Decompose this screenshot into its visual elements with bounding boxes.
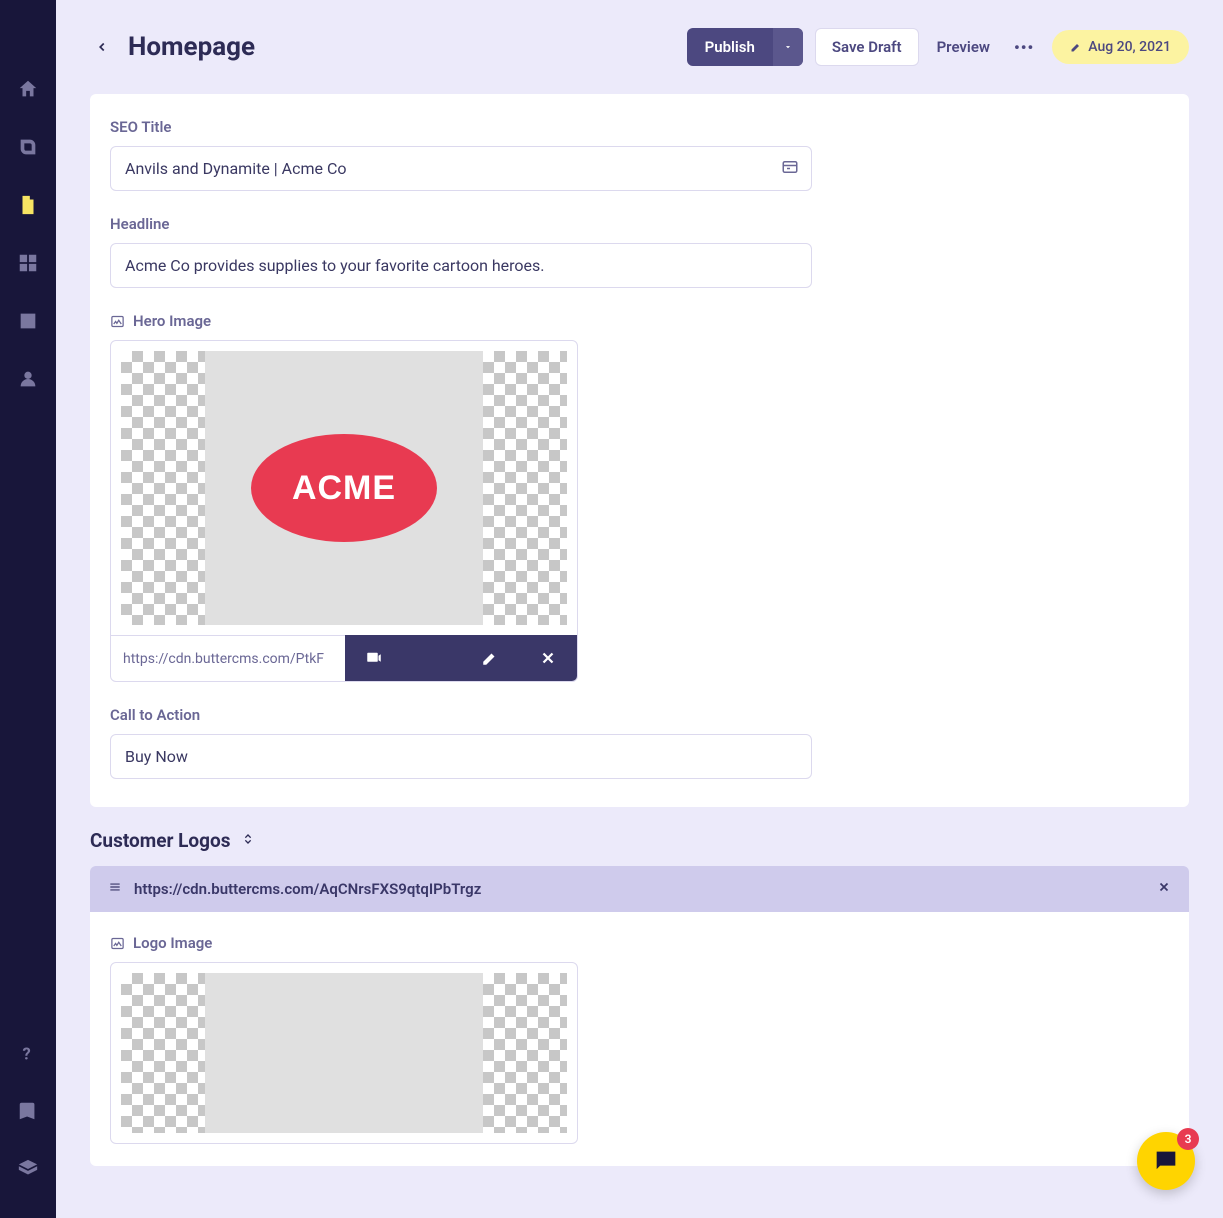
edit-icon xyxy=(481,649,499,667)
main-content: Homepage Publish Save Draft Preview ••• … xyxy=(56,0,1223,1218)
acme-logo: ACME xyxy=(251,434,437,542)
date-label: Aug 20, 2021 xyxy=(1088,39,1171,55)
customer-logos-title: Customer Logos xyxy=(90,829,1189,852)
chevron-left-icon xyxy=(95,40,109,54)
hero-image-label: Hero Image xyxy=(110,312,1169,330)
seo-title-input[interactable]: Anvils and Dynamite | Acme Co xyxy=(110,146,812,191)
image-icon xyxy=(110,936,125,951)
seo-title-label: SEO Title xyxy=(110,118,1169,136)
caret-down-icon xyxy=(783,42,793,52)
close-icon xyxy=(539,649,557,667)
repeater-header: https://cdn.buttercms.com/AqCNrsFXS9qtqI… xyxy=(90,866,1189,912)
header-actions: Publish Save Draft Preview ••• Aug 20, 2… xyxy=(687,28,1189,66)
publish-dropdown[interactable] xyxy=(773,28,803,66)
seo-title-field: SEO Title Anvils and Dynamite | Acme Co xyxy=(110,118,1169,191)
headline-input[interactable]: Acme Co provides supplies to your favori… xyxy=(110,243,812,288)
logo-image-label: Logo Image xyxy=(110,934,1169,952)
cta-input[interactable]: Buy Now xyxy=(110,734,812,779)
remove-image-button[interactable] xyxy=(519,635,577,681)
image-actions xyxy=(345,635,577,681)
sidebar: ? xyxy=(0,0,56,1218)
sort-icon xyxy=(240,831,256,847)
nav-media[interactable] xyxy=(0,292,56,350)
seo-card-icon xyxy=(781,158,799,180)
drag-handle[interactable] xyxy=(108,880,122,898)
hero-image-canvas: ACME xyxy=(121,351,567,625)
nav-docs[interactable] xyxy=(0,1082,56,1140)
cta-label: Call to Action xyxy=(110,706,1169,724)
hero-image-preview: ACME https://cdn.buttercms.com/PtkF xyxy=(110,340,578,682)
users-icon xyxy=(17,368,39,390)
replace-image-button[interactable] xyxy=(345,635,403,681)
repeater-body: Logo Image xyxy=(90,912,1189,1166)
help-icon: ? xyxy=(17,1042,39,1064)
cta-field: Call to Action Buy Now xyxy=(110,706,1169,779)
nav-collections[interactable] xyxy=(0,234,56,292)
publish-button[interactable]: Publish xyxy=(687,28,773,66)
checker-right xyxy=(483,351,567,625)
drag-icon xyxy=(108,880,122,894)
page-icon xyxy=(17,194,39,216)
nav-home[interactable] xyxy=(0,60,56,118)
close-icon xyxy=(1157,880,1171,894)
page-title: Homepage xyxy=(128,32,255,62)
checker-right xyxy=(483,973,567,1133)
checker-left xyxy=(121,351,205,625)
reorder-button[interactable] xyxy=(240,829,256,852)
headline-label: Headline xyxy=(110,215,1169,233)
date-badge: Aug 20, 2021 xyxy=(1052,30,1189,64)
grid-icon xyxy=(17,252,39,274)
page-header: Homepage Publish Save Draft Preview ••• … xyxy=(90,28,1189,66)
remove-repeater-button[interactable] xyxy=(1157,880,1171,898)
pencil-icon xyxy=(1070,41,1082,53)
image-toolbar: https://cdn.buttercms.com/PtkF xyxy=(111,635,577,681)
home-icon xyxy=(17,78,39,100)
checker-left xyxy=(121,973,205,1133)
repeater-url: https://cdn.buttercms.com/AqCNrsFXS9qtqI… xyxy=(134,880,481,898)
chat-widget[interactable]: 3 xyxy=(1137,1132,1195,1190)
image-swap-icon xyxy=(365,649,383,667)
edit-image-button[interactable] xyxy=(461,635,519,681)
download-image-button[interactable] xyxy=(403,635,461,681)
preview-button[interactable]: Preview xyxy=(931,29,996,65)
chat-icon xyxy=(1152,1147,1180,1175)
nav-blog[interactable] xyxy=(0,118,56,176)
hero-image-field: Hero Image ACME https://cdn.buttercms.co… xyxy=(110,312,1169,682)
sidebar-bottom: ? xyxy=(0,1024,56,1198)
svg-text:?: ? xyxy=(23,1045,31,1064)
back-button[interactable] xyxy=(90,35,114,59)
logo-image-preview xyxy=(110,962,578,1144)
nav-help[interactable]: ? xyxy=(0,1024,56,1082)
headline-field: Headline Acme Co provides supplies to yo… xyxy=(110,215,1169,288)
image-icon xyxy=(110,314,125,329)
blog-icon xyxy=(17,136,39,158)
stack-icon xyxy=(17,1158,39,1180)
logo-image-canvas xyxy=(121,973,567,1133)
image-icon xyxy=(17,310,39,332)
download-icon xyxy=(423,649,441,667)
save-draft-button[interactable]: Save Draft xyxy=(815,28,919,66)
nav-stack[interactable] xyxy=(0,1140,56,1198)
image-url-input[interactable]: https://cdn.buttercms.com/PtkF xyxy=(111,635,345,681)
customer-logo-item: https://cdn.buttercms.com/AqCNrsFXS9qtqI… xyxy=(90,866,1189,1166)
more-button[interactable]: ••• xyxy=(1008,32,1040,63)
nav-users[interactable] xyxy=(0,350,56,408)
publish-button-group: Publish xyxy=(687,28,803,66)
book-icon xyxy=(17,1100,39,1122)
main-fields-card: SEO Title Anvils and Dynamite | Acme Co … xyxy=(90,94,1189,807)
nav-pages[interactable] xyxy=(0,176,56,234)
chat-badge: 3 xyxy=(1177,1128,1199,1150)
